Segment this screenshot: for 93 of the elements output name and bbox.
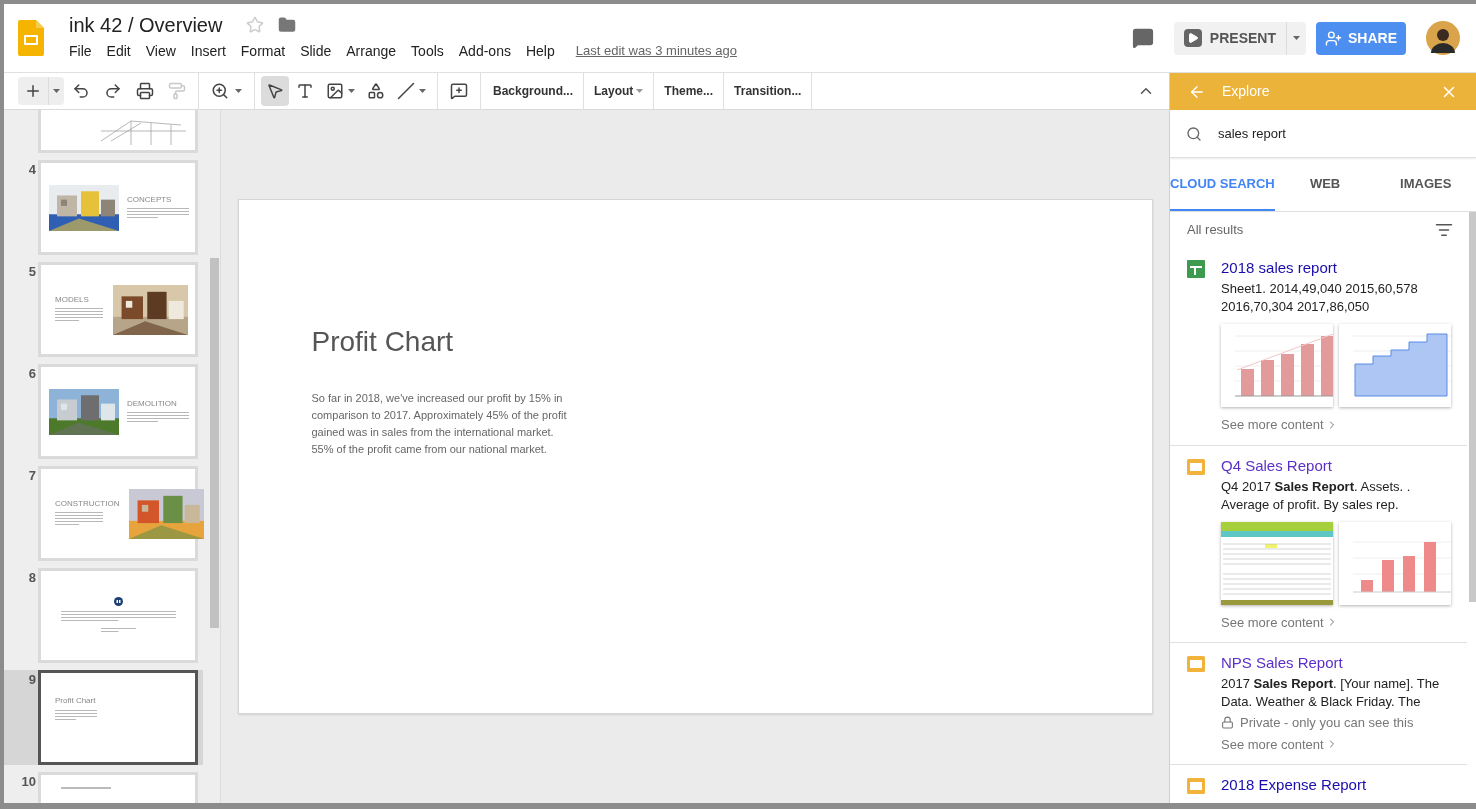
menu-item[interactable]: Slide: [300, 40, 332, 62]
slide-title: MODELS: [55, 296, 90, 304]
caret-icon: [419, 89, 426, 93]
person-icon: [1325, 29, 1342, 47]
search-field[interactable]: sales report: [1170, 110, 1476, 158]
slide-thumbnail[interactable]: [38, 568, 198, 663]
scrollbar[interactable]: [210, 258, 219, 628]
tool-button[interactable]: [261, 76, 289, 106]
menu-item[interactable]: Add-ons: [458, 40, 511, 62]
result-link[interactable]: 2018 Expense Report: [1221, 775, 1367, 795]
text-lines-drawing: [100, 628, 136, 634]
search-icon: [1186, 125, 1202, 142]
select-icon: [266, 82, 284, 100]
shape-icon: [367, 82, 385, 100]
result-link[interactable]: 2018 sales report: [1221, 258, 1459, 278]
tab[interactable]: IMAGES: [1375, 158, 1476, 211]
slide-number: 7: [27, 467, 36, 485]
caret-icon: [348, 89, 355, 93]
new-slide-button[interactable]: [18, 77, 64, 105]
slide-thumbnail[interactable]: CONCEPTS: [38, 160, 198, 255]
result-link[interactable]: NPS Sales Report: [1221, 653, 1459, 673]
menu-item[interactable]: Edit: [106, 40, 131, 62]
text-lines-drawing: [127, 207, 189, 220]
slides-logo: [18, 20, 44, 56]
caret-icon: [1293, 36, 1300, 40]
tab[interactable]: CLOUD SEARCH: [1170, 158, 1275, 211]
slide-number: 10: [20, 773, 36, 791]
result-snippet: Q4 2017 Sales Report. Assets. . Average of profit. By sales rep.: [1221, 477, 1412, 514]
panel-title: Explore: [1222, 82, 1271, 101]
menu-item[interactable]: Arrange: [346, 40, 397, 62]
undo-icon: [72, 82, 90, 100]
avatar[interactable]: [1426, 21, 1460, 55]
presentation-icon: [1187, 458, 1205, 475]
result-snippet: 2017 Sales Report. [Your name]. The Data. Weather & Black Friday. The: [1221, 675, 1441, 711]
see-more-link[interactable]: See more content: [1221, 415, 1459, 435]
comments-icon[interactable]: [1131, 27, 1154, 49]
see-more-link[interactable]: See more content: [1221, 734, 1459, 754]
zoom-icon: [211, 82, 229, 100]
result-snippet: Sheet1. 2014,49,040 2015,60,578 2016,70,304 2017,86,050: [1221, 280, 1419, 316]
plus-icon: [24, 82, 42, 100]
menu-item[interactable]: View: [145, 40, 176, 62]
filter-icon[interactable]: [1435, 221, 1453, 239]
folder-icon[interactable]: [278, 15, 297, 34]
results-label: All results: [1187, 221, 1244, 240]
lock-icon: [1221, 716, 1234, 730]
text-lines-drawing: [55, 512, 103, 527]
presentation-icon: [1187, 656, 1205, 672]
menu-item[interactable]: File: [69, 40, 92, 62]
slide-body: So far in 2018, we've increased our profit by 15% in comparison to 2017. Approximately 45% of the profit gained was in sales from the international market. 55% of the profit came from our national market.: [311, 391, 568, 457]
spreadsheet-icon: [1187, 260, 1205, 278]
last-edit-link[interactable]: Last edit was 3 minutes ago: [575, 41, 737, 61]
slide-title: DEMOLITION: [127, 399, 178, 408]
slide-number: 4: [27, 161, 36, 179]
scrollbar[interactable]: [1469, 212, 1476, 602]
caret-icon: [235, 89, 242, 93]
see-more-link[interactable]: See more content: [1221, 612, 1459, 632]
slide-thumbnail[interactable]: Profit Chart: [38, 670, 198, 765]
print-icon: [136, 82, 154, 100]
slide-number: 5: [27, 263, 36, 281]
redo-icon: [104, 82, 122, 100]
play-icon: [1183, 29, 1202, 47]
slide-number: 8: [27, 569, 36, 587]
image-icon: [326, 82, 344, 100]
text-box-icon: [296, 82, 314, 100]
add-comment-icon: [450, 82, 468, 100]
tab[interactable]: WEB: [1274, 158, 1376, 211]
slide-thumbnail[interactable]: MODELS: [38, 262, 198, 357]
text-lines-drawing: [127, 411, 189, 424]
quote-icon: [113, 597, 123, 606]
menu-item[interactable]: Format: [240, 40, 286, 62]
caret-icon: [53, 89, 60, 93]
menu-item[interactable]: Help: [525, 40, 555, 62]
slide-title: CONSTRUCTION: [55, 500, 120, 508]
slide-number: 6: [27, 365, 36, 383]
slide-thumbnail[interactable]: DEMOLITION: [38, 364, 198, 459]
slide-title: Profit Chart: [55, 697, 97, 705]
presentation-icon: [1187, 778, 1205, 794]
menu-item[interactable]: Insert: [190, 40, 226, 62]
text-lines-drawing: [55, 710, 97, 722]
slide-number: 9: [27, 671, 36, 689]
toolbar-text-button[interactable]: Background...: [487, 77, 579, 105]
toolbar-text-button[interactable]: Theme...: [658, 77, 720, 105]
slide-title: CONCEPTS: [127, 195, 173, 204]
result-link[interactable]: Q4 Sales Report: [1221, 455, 1459, 476]
slide-title: Profit Chart: [311, 328, 455, 356]
privacy-note: Private - only you can see this: [1240, 714, 1414, 732]
line-icon: [397, 82, 415, 100]
text-lines-drawing: [55, 308, 103, 323]
toolbar-text-button[interactable]: Transition...: [728, 77, 808, 105]
menu-item[interactable]: Tools: [411, 40, 444, 62]
document-title[interactable]: ink 42 / Overview: [69, 14, 223, 35]
star-icon[interactable]: [246, 15, 265, 34]
toolbar-text-button[interactable]: Layout: [588, 77, 650, 105]
